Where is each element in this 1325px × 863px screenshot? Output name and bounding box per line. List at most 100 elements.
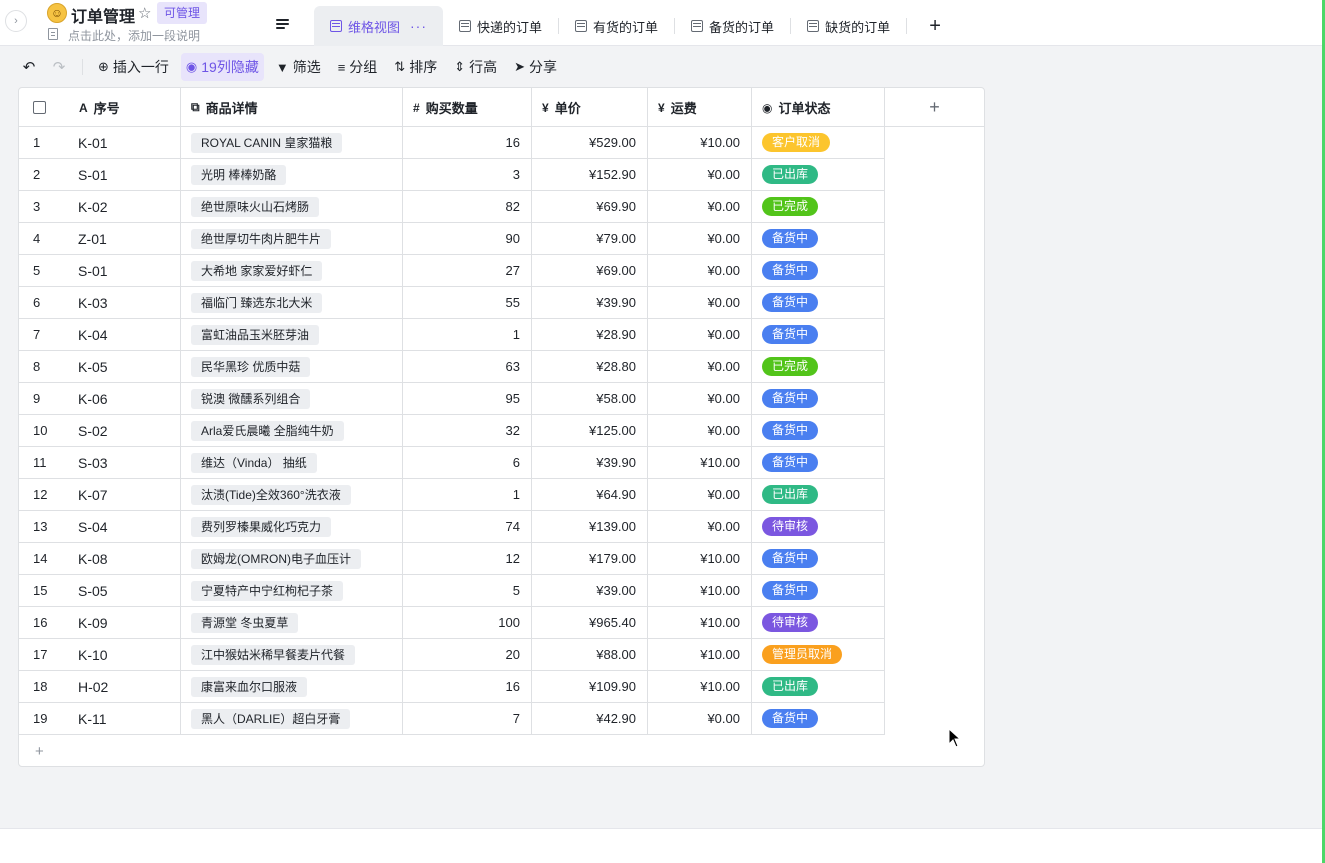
shipping-cell[interactable]: ¥10.00 xyxy=(648,543,752,574)
code-cell[interactable]: K-04 xyxy=(69,319,181,350)
table-row[interactable]: 7 K-04 富虹油品玉米胚芽油 1 ¥28.90 ¥0.00 备货中 xyxy=(19,319,885,351)
table-row[interactable]: 9 K-06 锐澳 微醺系列组合 95 ¥58.00 ¥0.00 备货中 xyxy=(19,383,885,415)
code-cell[interactable]: K-05 xyxy=(69,351,181,382)
shipping-cell[interactable]: ¥10.00 xyxy=(648,447,752,478)
shipping-cell[interactable]: ¥0.00 xyxy=(648,255,752,286)
item-cell[interactable]: ROYAL CANIN 皇家猫粮 xyxy=(181,127,403,158)
qty-cell[interactable]: 12 xyxy=(403,543,532,574)
linked-record-pill[interactable]: 宁夏特产中宁红枸杞子茶 xyxy=(191,580,344,601)
row-height-button[interactable]: ⇕ 行高 xyxy=(449,53,502,81)
price-cell[interactable]: ¥69.00 xyxy=(532,255,648,286)
code-cell[interactable]: K-10 xyxy=(69,639,181,670)
item-cell[interactable]: 江中猴姑米稀早餐麦片代餐 xyxy=(181,639,403,670)
price-cell[interactable]: ¥28.90 xyxy=(532,319,648,350)
table-row[interactable]: 2 S-01 光明 棒棒奶酪 3 ¥152.90 ¥0.00 已出库 xyxy=(19,159,885,191)
tab-preparing-orders[interactable]: 备货的订单 xyxy=(675,6,790,46)
qty-cell[interactable]: 95 xyxy=(403,383,532,414)
item-cell[interactable]: Arla爱氏晨曦 全脂纯牛奶 xyxy=(181,415,403,446)
code-cell[interactable]: K-01 xyxy=(69,127,181,158)
linked-record-pill[interactable]: 绝世厚切牛肉片肥牛片 xyxy=(191,228,332,249)
item-cell[interactable]: 青源堂 冬虫夏草 xyxy=(181,607,403,638)
menu-icon[interactable] xyxy=(276,19,289,29)
shipping-cell[interactable]: ¥0.00 xyxy=(648,223,752,254)
status-cell[interactable]: 备货中 xyxy=(752,287,885,318)
status-cell[interactable]: 已出库 xyxy=(752,159,885,190)
table-row[interactable]: 18 H-02 康富来血尔口服液 16 ¥109.90 ¥10.00 已出库 xyxy=(19,671,885,703)
tab-out-of-stock-orders[interactable]: 缺货的订单 xyxy=(791,6,906,46)
code-cell[interactable]: K-02 xyxy=(69,191,181,222)
add-column-button[interactable]: + xyxy=(885,88,984,127)
qty-cell[interactable]: 100 xyxy=(403,607,532,638)
column-header-code[interactable]: A 序号 xyxy=(69,88,181,127)
column-header-item[interactable]: ⧉ 商品详情 xyxy=(181,88,403,127)
linked-record-pill[interactable]: 欧姆龙(OMRON)电子血压计 xyxy=(191,548,361,569)
code-cell[interactable]: S-02 xyxy=(69,415,181,446)
table-row[interactable]: 4 Z-01 绝世厚切牛肉片肥牛片 90 ¥79.00 ¥0.00 备货中 xyxy=(19,223,885,255)
qty-cell[interactable]: 27 xyxy=(403,255,532,286)
price-cell[interactable]: ¥69.90 xyxy=(532,191,648,222)
linked-record-pill[interactable]: 青源堂 冬虫夏草 xyxy=(191,612,299,633)
qty-cell[interactable]: 1 xyxy=(403,319,532,350)
status-cell[interactable]: 备货中 xyxy=(752,575,885,606)
description-placeholder[interactable]: 点击此处，添加一段说明 xyxy=(68,27,200,44)
redo-button[interactable]: ↷ xyxy=(44,52,74,82)
share-button[interactable]: ➤ 分享 xyxy=(509,53,562,81)
status-cell[interactable]: 管理员取消 xyxy=(752,639,885,670)
item-cell[interactable]: 福临门 臻选东北大米 xyxy=(181,287,403,318)
price-cell[interactable]: ¥88.00 xyxy=(532,639,648,670)
price-cell[interactable]: ¥39.90 xyxy=(532,447,648,478)
status-cell[interactable]: 待审核 xyxy=(752,607,885,638)
table-row[interactable]: 13 S-04 费列罗榛果威化巧克力 74 ¥139.00 ¥0.00 待审核 xyxy=(19,511,885,543)
price-cell[interactable]: ¥529.00 xyxy=(532,127,648,158)
item-cell[interactable]: 民华黑珍 优质中菇 xyxy=(181,351,403,382)
item-cell[interactable]: 汰渍(Tide)全效360°洗衣液 xyxy=(181,479,403,510)
linked-record-pill[interactable]: 康富来血尔口服液 xyxy=(191,676,308,697)
linked-record-pill[interactable]: 锐澳 微醺系列组合 xyxy=(191,388,311,409)
qty-cell[interactable]: 55 xyxy=(403,287,532,318)
code-cell[interactable]: K-06 xyxy=(69,383,181,414)
table-row[interactable]: 3 K-02 绝世原味火山石烤肠 82 ¥69.90 ¥0.00 已完成 xyxy=(19,191,885,223)
table-row[interactable]: 5 S-01 大希地 家家爱好虾仁 27 ¥69.00 ¥0.00 备货中 xyxy=(19,255,885,287)
code-cell[interactable]: Z-01 xyxy=(69,223,181,254)
item-cell[interactable]: 维达（Vinda） 抽纸 xyxy=(181,447,403,478)
expand-sidebar-button[interactable]: › xyxy=(5,10,27,32)
insert-row-button[interactable]: ⊕ 插入一行 xyxy=(93,53,174,81)
shipping-cell[interactable]: ¥10.00 xyxy=(648,639,752,670)
qty-cell[interactable]: 16 xyxy=(403,671,532,702)
code-cell[interactable]: K-08 xyxy=(69,543,181,574)
item-cell[interactable]: 绝世厚切牛肉片肥牛片 xyxy=(181,223,403,254)
linked-record-pill[interactable]: 福临门 臻选东北大米 xyxy=(191,292,323,313)
add-view-button[interactable]: + xyxy=(915,6,955,46)
linked-record-pill[interactable]: 费列罗榛果威化巧克力 xyxy=(191,516,332,537)
item-cell[interactable]: 光明 棒棒奶酪 xyxy=(181,159,403,190)
qty-cell[interactable]: 7 xyxy=(403,703,532,734)
shipping-cell[interactable]: ¥10.00 xyxy=(648,575,752,606)
table-row[interactable]: 1 K-01 ROYAL CANIN 皇家猫粮 16 ¥529.00 ¥10.00 客户取消 xyxy=(19,127,885,159)
shipping-cell[interactable]: ¥0.00 xyxy=(648,479,752,510)
status-cell[interactable]: 已出库 xyxy=(752,479,885,510)
item-cell[interactable]: 锐澳 微醺系列组合 xyxy=(181,383,403,414)
linked-record-pill[interactable]: ROYAL CANIN 皇家猫粮 xyxy=(191,132,343,153)
code-cell[interactable]: K-09 xyxy=(69,607,181,638)
qty-cell[interactable]: 16 xyxy=(403,127,532,158)
code-cell[interactable]: K-11 xyxy=(69,703,181,734)
code-cell[interactable]: H-02 xyxy=(69,671,181,702)
code-cell[interactable]: S-01 xyxy=(69,159,181,190)
qty-cell[interactable]: 82 xyxy=(403,191,532,222)
shipping-cell[interactable]: ¥0.00 xyxy=(648,319,752,350)
price-cell[interactable]: ¥179.00 xyxy=(532,543,648,574)
linked-record-pill[interactable]: 大希地 家家爱好虾仁 xyxy=(191,260,323,281)
price-cell[interactable]: ¥139.00 xyxy=(532,511,648,542)
shipping-cell[interactable]: ¥0.00 xyxy=(648,351,752,382)
qty-cell[interactable]: 5 xyxy=(403,575,532,606)
code-cell[interactable]: K-03 xyxy=(69,287,181,318)
status-cell[interactable]: 已完成 xyxy=(752,191,885,222)
linked-record-pill[interactable]: 民华黑珍 优质中菇 xyxy=(191,356,311,377)
item-cell[interactable]: 欧姆龙(OMRON)电子血压计 xyxy=(181,543,403,574)
table-row[interactable]: 15 S-05 宁夏特产中宁红枸杞子茶 5 ¥39.00 ¥10.00 备货中 xyxy=(19,575,885,607)
price-cell[interactable]: ¥125.00 xyxy=(532,415,648,446)
table-row[interactable]: 14 K-08 欧姆龙(OMRON)电子血压计 12 ¥179.00 ¥10.00 备货中 xyxy=(19,543,885,575)
status-cell[interactable]: 待审核 xyxy=(752,511,885,542)
qty-cell[interactable]: 3 xyxy=(403,159,532,190)
status-cell[interactable]: 备货中 xyxy=(752,319,885,350)
